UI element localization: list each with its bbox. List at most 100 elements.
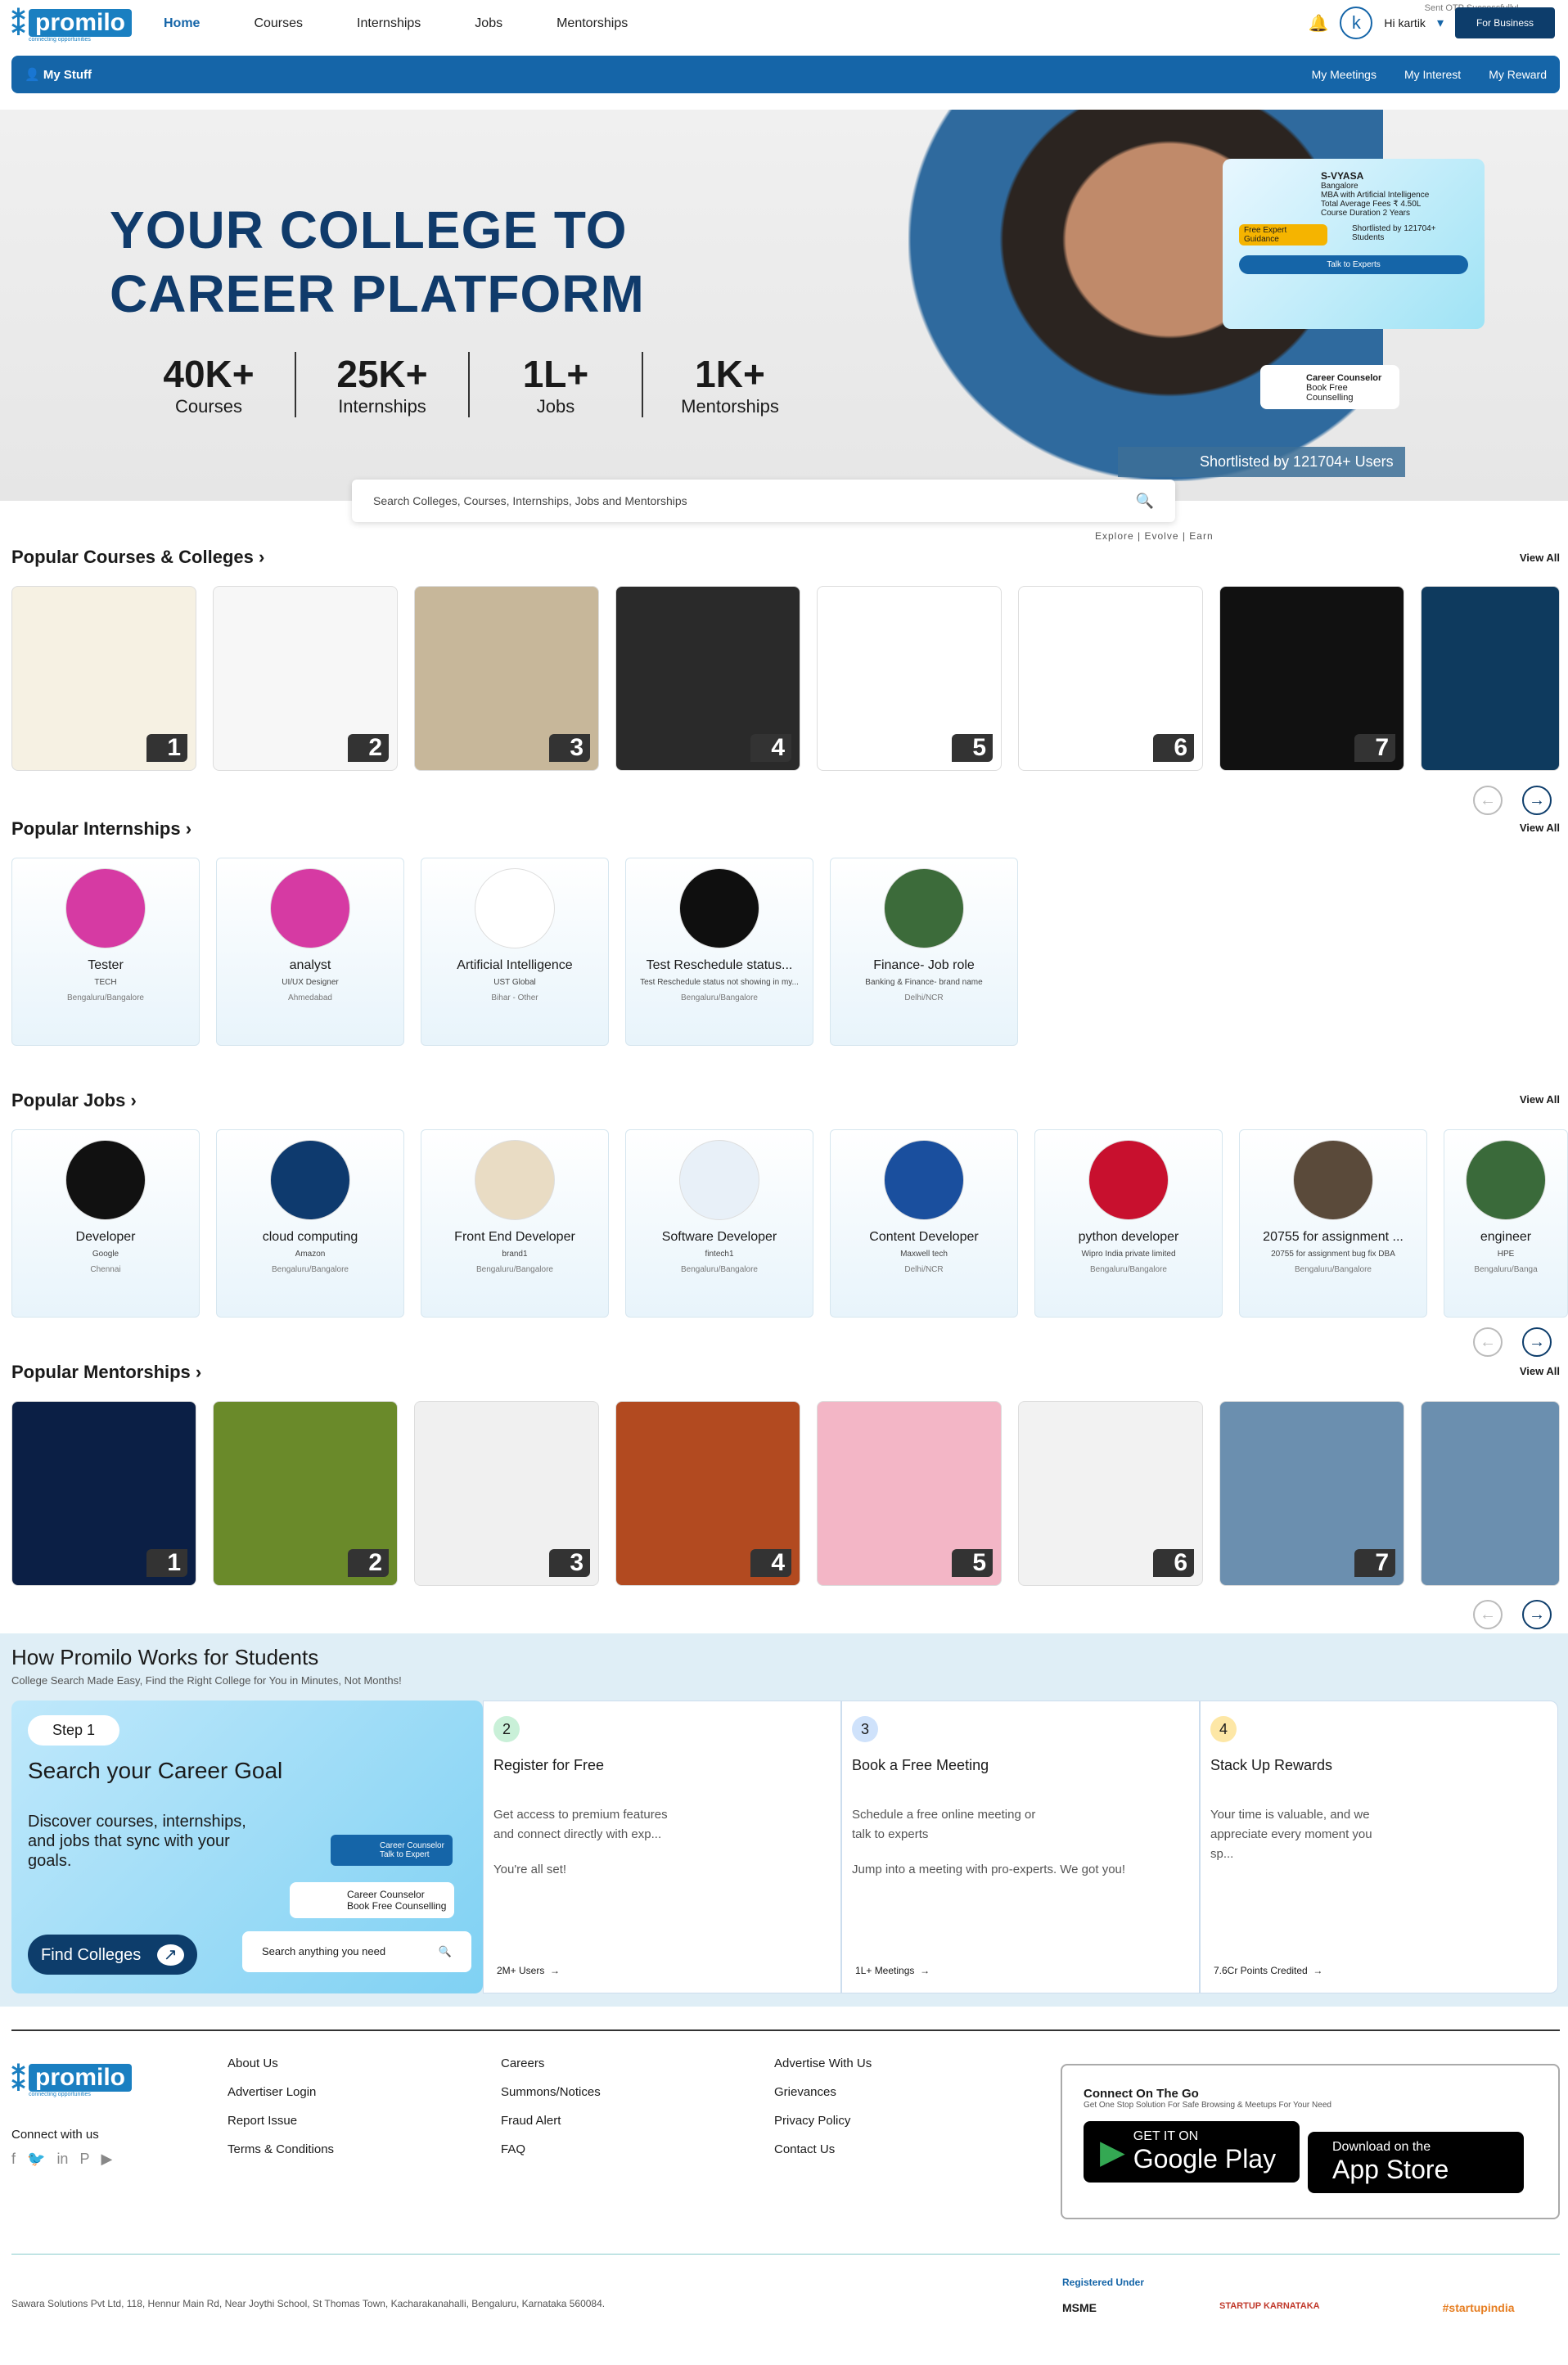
card-shortlisted: Shortlisted by 121704+ Students bbox=[1351, 224, 1436, 242]
stat-number: 25K+ bbox=[336, 353, 428, 395]
step-footer-link[interactable]: 1L+ Meetings → bbox=[855, 1965, 930, 1976]
nav-internships[interactable]: Internships bbox=[357, 16, 421, 31]
step-footer-link[interactable]: 2M+ Users → bbox=[497, 1965, 560, 1976]
mentorship-tile[interactable]: 2 bbox=[213, 1401, 398, 1586]
my-reward-link[interactable]: My Reward bbox=[1489, 68, 1547, 81]
mentorship-tile[interactable]: 4 bbox=[615, 1401, 800, 1586]
counselor-book-chip[interactable]: Career Counselor Book Free Counselling bbox=[290, 1882, 455, 1918]
section-jobs-title[interactable]: Popular Jobs › bbox=[11, 1090, 137, 1111]
arrow-left-icon[interactable]: ← bbox=[1473, 1327, 1503, 1357]
internship-card[interactable]: Test Reschedule status... Test Reschedule… bbox=[625, 858, 813, 1046]
career-counselor-card[interactable]: Career Counselor Book Free Counselling bbox=[1260, 365, 1399, 409]
section-courses-title[interactable]: Popular Courses & Colleges › bbox=[11, 547, 264, 568]
step-search-box[interactable]: Search anything you need 🔍 bbox=[242, 1931, 471, 1972]
footer-link[interactable]: Careers bbox=[501, 2049, 601, 2078]
footer-link[interactable]: Terms & Conditions bbox=[228, 2135, 334, 2164]
find-colleges-label: Find Colleges bbox=[41, 1946, 142, 1964]
footer-link[interactable]: Contact Us bbox=[774, 2135, 872, 2164]
job-card[interactable]: python developer Wipro India private limi… bbox=[1034, 1129, 1223, 1318]
job-card[interactable]: 20755 for assignment ... 20755 for assign… bbox=[1239, 1129, 1427, 1318]
talk-to-experts-button[interactable]: Talk to Experts bbox=[1239, 255, 1468, 274]
footer-link[interactable]: Advertiser Login bbox=[228, 2078, 334, 2106]
footer-link[interactable]: About Us bbox=[228, 2049, 334, 2078]
footer-link[interactable]: FAQ bbox=[501, 2135, 601, 2164]
arrow-right-icon[interactable]: → bbox=[1522, 1600, 1552, 1629]
internship-card[interactable]: Finance- Job role Banking & Finance- bran… bbox=[830, 858, 1018, 1046]
view-all-internships[interactable]: View All bbox=[1520, 822, 1560, 834]
job-card[interactable]: Developer Google Chennai bbox=[11, 1129, 200, 1318]
view-all-courses[interactable]: View All bbox=[1520, 552, 1560, 564]
course-tile[interactable]: 3 bbox=[414, 586, 599, 771]
find-colleges-button[interactable]: Find Colleges ↗ bbox=[28, 1935, 197, 1975]
job-card[interactable]: Front End Developer brand1 Bengaluru/Banga… bbox=[421, 1129, 609, 1318]
promilo-logo[interactable]: ⁑ promilo connecting opportunities bbox=[11, 8, 132, 43]
linkedin-icon[interactable]: in bbox=[56, 2151, 68, 2168]
course-tile[interactable]: 1 bbox=[11, 586, 196, 771]
nav-courses[interactable]: Courses bbox=[254, 16, 303, 31]
stat-number: 1L+ bbox=[522, 353, 589, 395]
section-label: Popular Jobs bbox=[11, 1090, 126, 1110]
job-card[interactable]: Content Developer Maxwell tech Delhi/NCR bbox=[830, 1129, 1018, 1318]
main-search-bar[interactable]: Search Colleges, Courses, Internships, J… bbox=[352, 480, 1175, 522]
arrow-left-icon[interactable]: ← bbox=[1473, 786, 1503, 815]
app-store-button[interactable]: Download on the App Store bbox=[1308, 2132, 1524, 2193]
arrow-right-icon[interactable]: → bbox=[1522, 1327, 1552, 1357]
view-all-mentorships[interactable]: View All bbox=[1520, 1365, 1560, 1377]
mentorship-tile[interactable]: 7 bbox=[1219, 1401, 1404, 1586]
view-all-jobs[interactable]: View All bbox=[1520, 1093, 1560, 1106]
course-tile[interactable]: 5 bbox=[817, 586, 1002, 771]
search-icon[interactable]: 🔍 bbox=[1136, 493, 1154, 510]
mentorship-tile[interactable]: 6 bbox=[1018, 1401, 1203, 1586]
twitter-icon[interactable]: 🐦 bbox=[27, 2151, 45, 2168]
stat-label: Courses bbox=[175, 396, 242, 417]
footer-link[interactable]: Summons/Notices bbox=[501, 2078, 601, 2106]
nav-jobs[interactable]: Jobs bbox=[475, 16, 502, 31]
job-logo bbox=[884, 1140, 964, 1220]
footer-link[interactable]: Grievances bbox=[774, 2078, 872, 2106]
my-meetings-link[interactable]: My Meetings bbox=[1312, 68, 1377, 81]
course-tile[interactable]: 4 bbox=[615, 586, 800, 771]
counselor-talk-chip[interactable]: Career Counselor Talk to Expert bbox=[331, 1835, 453, 1866]
facebook-icon[interactable]: f bbox=[11, 2151, 16, 2168]
job-card[interactable]: engineer HPE Bengaluru/Banga bbox=[1444, 1129, 1568, 1318]
section-mentorships-title[interactable]: Popular Mentorships › bbox=[11, 1362, 201, 1383]
job-card[interactable]: cloud computing Amazon Bengaluru/Bangalore bbox=[216, 1129, 404, 1318]
youtube-icon[interactable]: ▶ bbox=[101, 2151, 112, 2168]
footer-link[interactable]: Report Issue bbox=[228, 2106, 334, 2135]
nav-mentorships[interactable]: Mentorships bbox=[556, 16, 628, 31]
my-stuff-label[interactable]: My Stuff bbox=[43, 68, 92, 82]
course-tile[interactable]: 2 bbox=[213, 586, 398, 771]
chevron-down-icon[interactable]: ▾ bbox=[1437, 15, 1444, 31]
mentorship-tile[interactable]: 5 bbox=[817, 1401, 1002, 1586]
footer-link[interactable]: Fraud Alert bbox=[501, 2106, 601, 2135]
my-interest-link[interactable]: My Interest bbox=[1404, 68, 1461, 81]
greeting[interactable]: Hi kartik bbox=[1384, 16, 1426, 29]
course-tile[interactable]: 6 bbox=[1018, 586, 1203, 771]
avatar[interactable]: k bbox=[1340, 7, 1373, 39]
footer-link[interactable]: Privacy Policy bbox=[774, 2106, 872, 2135]
footer-link[interactable]: Advertise With Us bbox=[774, 2049, 872, 2078]
section-internships-title[interactable]: Popular Internships › bbox=[11, 818, 191, 840]
pinterest-icon[interactable]: P bbox=[79, 2151, 89, 2168]
internship-card[interactable]: Artificial Intelligence UST Global Bihar -… bbox=[421, 858, 609, 1046]
for-business-button[interactable]: For Business bbox=[1454, 7, 1555, 38]
tile-number: 1 bbox=[146, 1549, 187, 1577]
job-card[interactable]: Software Developer fintech1 Bengaluru/Bang… bbox=[625, 1129, 813, 1318]
mentorship-tile[interactable]: 3 bbox=[414, 1401, 599, 1586]
mentorship-tile[interactable]: 1 bbox=[11, 1401, 196, 1586]
mentorship-tile[interactable] bbox=[1421, 1401, 1560, 1586]
footer-logo[interactable]: ⁑ promilo connecting opportunities bbox=[11, 2064, 132, 2097]
course-tile[interactable] bbox=[1421, 586, 1560, 771]
bell-icon[interactable]: 🔔 bbox=[1308, 13, 1328, 34]
step1-card: Step 1 Search your Career Goal Discover … bbox=[11, 1701, 483, 1993]
step-footer-link[interactable]: 7.6Cr Points Credited → bbox=[1214, 1965, 1322, 1976]
course-tile[interactable]: 7 bbox=[1219, 586, 1404, 771]
arrow-up-right-icon: ↗ bbox=[156, 1944, 184, 1966]
arrow-right-icon[interactable]: → bbox=[1522, 786, 1552, 815]
internship-card[interactable]: analyst UI/UX Designer Ahmedabad bbox=[216, 858, 404, 1046]
arrow-left-icon[interactable]: ← bbox=[1473, 1600, 1503, 1629]
nav-home[interactable]: Home bbox=[164, 16, 200, 31]
internship-card[interactable]: Tester TECH Bengaluru/Bangalore bbox=[11, 858, 200, 1046]
google-play-button[interactable]: ▶ GET IT ON Google Play bbox=[1084, 2121, 1300, 2183]
search-icon[interactable]: 🔍 bbox=[439, 1945, 452, 1958]
